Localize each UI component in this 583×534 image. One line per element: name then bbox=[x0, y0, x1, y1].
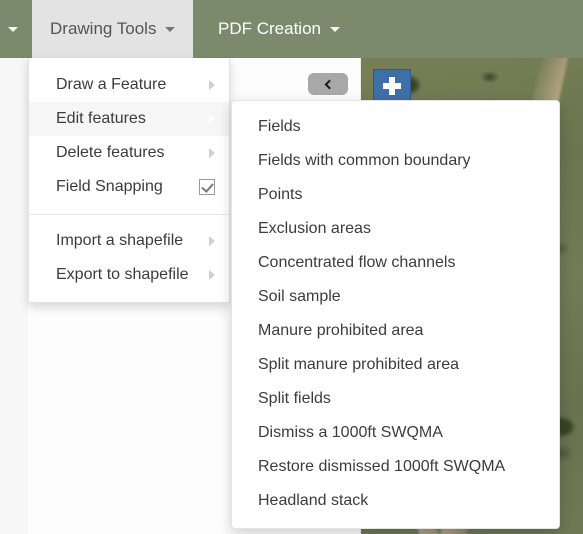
panel-left-gutter bbox=[0, 58, 28, 534]
drawing-tools-dropdown: Draw a Feature Edit features Delete feat… bbox=[28, 58, 230, 303]
nav-item-drawing-tools[interactable]: Drawing Tools bbox=[32, 0, 194, 58]
submenu-item-points[interactable]: Points bbox=[232, 178, 559, 212]
submenu-item-label: Restore dismissed 1000ft SWQMA bbox=[258, 458, 506, 475]
chevron-down-icon bbox=[8, 26, 18, 32]
submenu-item-label: Soil sample bbox=[258, 288, 341, 305]
submenu-item-manure-prohibited-area[interactable]: Manure prohibited area bbox=[232, 314, 559, 348]
submenu-item-restore-dismissed-1000ft-swqma[interactable]: Restore dismissed 1000ft SWQMA bbox=[232, 450, 559, 484]
top-navbar: Drawing Tools PDF Creation bbox=[0, 0, 583, 58]
submenu-item-label: Fields bbox=[258, 118, 301, 135]
menu-item-export-to-shapefile[interactable]: Export to shapefile bbox=[29, 258, 229, 292]
submenu-item-fields[interactable]: Fields bbox=[232, 110, 559, 144]
menu-item-label: Delete features bbox=[56, 144, 165, 161]
chevron-right-icon bbox=[209, 114, 215, 124]
chevron-down-icon bbox=[165, 26, 176, 32]
nav-item-pdf-creation[interactable]: PDF Creation bbox=[200, 0, 358, 58]
submenu-item-split-fields[interactable]: Split fields bbox=[232, 382, 559, 416]
submenu-item-label: Fields with common boundary bbox=[258, 152, 471, 169]
submenu-item-label: Dismiss a 1000ft SWQMA bbox=[258, 424, 443, 441]
nav-item-previous[interactable] bbox=[0, 0, 32, 58]
menu-item-label: Edit features bbox=[56, 110, 146, 127]
menu-item-label: Import a shapefile bbox=[56, 232, 184, 249]
submenu-item-label: Points bbox=[258, 186, 303, 203]
menu-item-label: Draw a Feature bbox=[56, 76, 167, 93]
chevron-down-icon bbox=[329, 26, 340, 32]
submenu-item-fields-with-common-boundary[interactable]: Fields with common boundary bbox=[232, 144, 559, 178]
submenu-item-label: Concentrated flow channels bbox=[258, 254, 456, 271]
chevron-right-icon bbox=[209, 80, 215, 90]
submenu-item-split-manure-prohibited-area[interactable]: Split manure prohibited area bbox=[232, 348, 559, 382]
submenu-item-label: Manure prohibited area bbox=[258, 322, 424, 339]
submenu-item-soil-sample[interactable]: Soil sample bbox=[232, 280, 559, 314]
chevron-right-icon bbox=[209, 270, 215, 280]
submenu-item-label: Split fields bbox=[258, 390, 331, 407]
field-snapping-checkbox[interactable] bbox=[199, 179, 215, 195]
nav-item-label: PDF Creation bbox=[218, 19, 321, 38]
menu-divider bbox=[29, 214, 229, 215]
submenu-item-label: Split manure prohibited area bbox=[258, 356, 460, 373]
menu-item-import-a-shapefile[interactable]: Import a shapefile bbox=[29, 224, 229, 258]
submenu-item-concentrated-flow-channels[interactable]: Concentrated flow channels bbox=[232, 246, 559, 280]
submenu-item-label: Headland stack bbox=[258, 492, 369, 509]
plus-icon bbox=[383, 77, 401, 95]
submenu-item-exclusion-areas[interactable]: Exclusion areas bbox=[232, 212, 559, 246]
app-root: Drawing Tools PDF Creation Draw a Featur… bbox=[0, 0, 583, 534]
chevron-left-icon bbox=[324, 79, 335, 89]
collapse-panel-button[interactable] bbox=[308, 73, 348, 95]
menu-item-draw-a-feature[interactable]: Draw a Feature bbox=[29, 68, 229, 102]
edit-features-submenu: Fields Fields with common boundary Point… bbox=[231, 100, 560, 529]
map-zoom-in-button[interactable] bbox=[373, 69, 411, 103]
nav-item-label: Drawing Tools bbox=[50, 19, 157, 38]
submenu-item-label: Exclusion areas bbox=[258, 220, 371, 237]
chevron-right-icon bbox=[209, 236, 215, 246]
submenu-item-dismiss-1000ft-swqma[interactable]: Dismiss a 1000ft SWQMA bbox=[232, 416, 559, 450]
menu-item-field-snapping[interactable]: Field Snapping bbox=[29, 170, 229, 204]
menu-item-label: Field Snapping bbox=[56, 178, 163, 195]
menu-item-delete-features[interactable]: Delete features bbox=[29, 136, 229, 170]
menu-item-label: Export to shapefile bbox=[56, 266, 189, 283]
chevron-right-icon bbox=[209, 148, 215, 158]
submenu-item-headland-stack[interactable]: Headland stack bbox=[232, 484, 559, 518]
menu-item-edit-features[interactable]: Edit features bbox=[29, 102, 229, 136]
